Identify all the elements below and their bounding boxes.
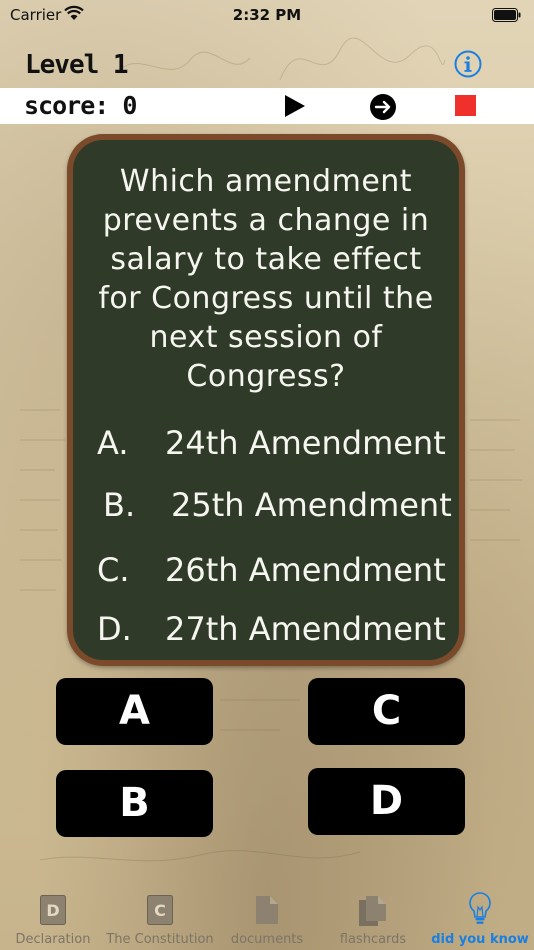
- letter-d-icon: D: [40, 895, 66, 929]
- tab-icon-glyph: C: [154, 901, 166, 920]
- letter-c-icon: C: [147, 895, 173, 929]
- tab-label: did you know: [431, 932, 529, 947]
- tab-documents[interactable]: documents: [214, 885, 320, 950]
- answer-c-button[interactable]: C: [308, 678, 465, 745]
- lightbulb-icon: [468, 891, 492, 931]
- answer-letter: B.: [103, 486, 136, 524]
- score-value: 0: [122, 91, 137, 120]
- answer-option-a: A. 24th Amendment: [97, 424, 446, 462]
- answer-text: 25th Amendment: [171, 486, 452, 524]
- score-display: score: 0: [24, 91, 137, 120]
- tab-icon-glyph: D: [46, 901, 59, 920]
- tab-declaration[interactable]: D Declaration: [0, 885, 106, 950]
- answer-text: 26th Amendment: [165, 551, 446, 589]
- play-icon[interactable]: [284, 94, 306, 122]
- info-icon[interactable]: [454, 50, 482, 82]
- answer-d-button[interactable]: D: [308, 768, 465, 835]
- answer-option-c: C. 26th Amendment: [97, 551, 446, 589]
- answer-option-b: B. 25th Amendment: [103, 486, 452, 524]
- chalkboard-surface: Which amendment prevents a change in sal…: [73, 140, 459, 660]
- answer-text: 24th Amendment: [165, 424, 446, 462]
- tab-did-you-know[interactable]: did you know: [426, 885, 534, 950]
- tab-flashcards[interactable]: flashcards: [320, 885, 426, 950]
- next-arrow-icon[interactable]: [369, 93, 397, 125]
- answer-letter: C.: [97, 551, 130, 589]
- answer-text: 27th Amendment: [165, 610, 446, 648]
- tab-label: documents: [230, 932, 304, 947]
- score-bar: score: 0: [0, 88, 534, 124]
- tab-bar: D Declaration C The Constitution documen…: [0, 885, 534, 950]
- clock: 2:32 PM: [232, 6, 302, 24]
- stop-icon[interactable]: [455, 95, 476, 116]
- tab-label: flashcards: [339, 932, 407, 947]
- answer-b-button[interactable]: B: [56, 770, 213, 837]
- answer-letter: D.: [97, 610, 132, 648]
- answer-a-button[interactable]: A: [56, 678, 213, 745]
- question-chalkboard: Which amendment prevents a change in sal…: [67, 134, 465, 666]
- tab-constitution[interactable]: C The Constitution: [106, 885, 214, 950]
- tab-label: The Constitution: [106, 932, 214, 947]
- flashcards-icon: [358, 895, 388, 931]
- tab-label: Declaration: [15, 932, 91, 947]
- document-icon: [255, 895, 279, 929]
- score-label: score:: [24, 91, 109, 120]
- status-bar: Carrier 2:32 PM: [0, 0, 534, 30]
- answer-option-d: D. 27th Amendment: [97, 610, 446, 648]
- question-text: Which amendment prevents a change in sal…: [98, 164, 434, 394]
- answer-letter: A.: [97, 424, 129, 462]
- level-label: Level 1: [25, 50, 129, 80]
- battery-icon: [492, 7, 522, 26]
